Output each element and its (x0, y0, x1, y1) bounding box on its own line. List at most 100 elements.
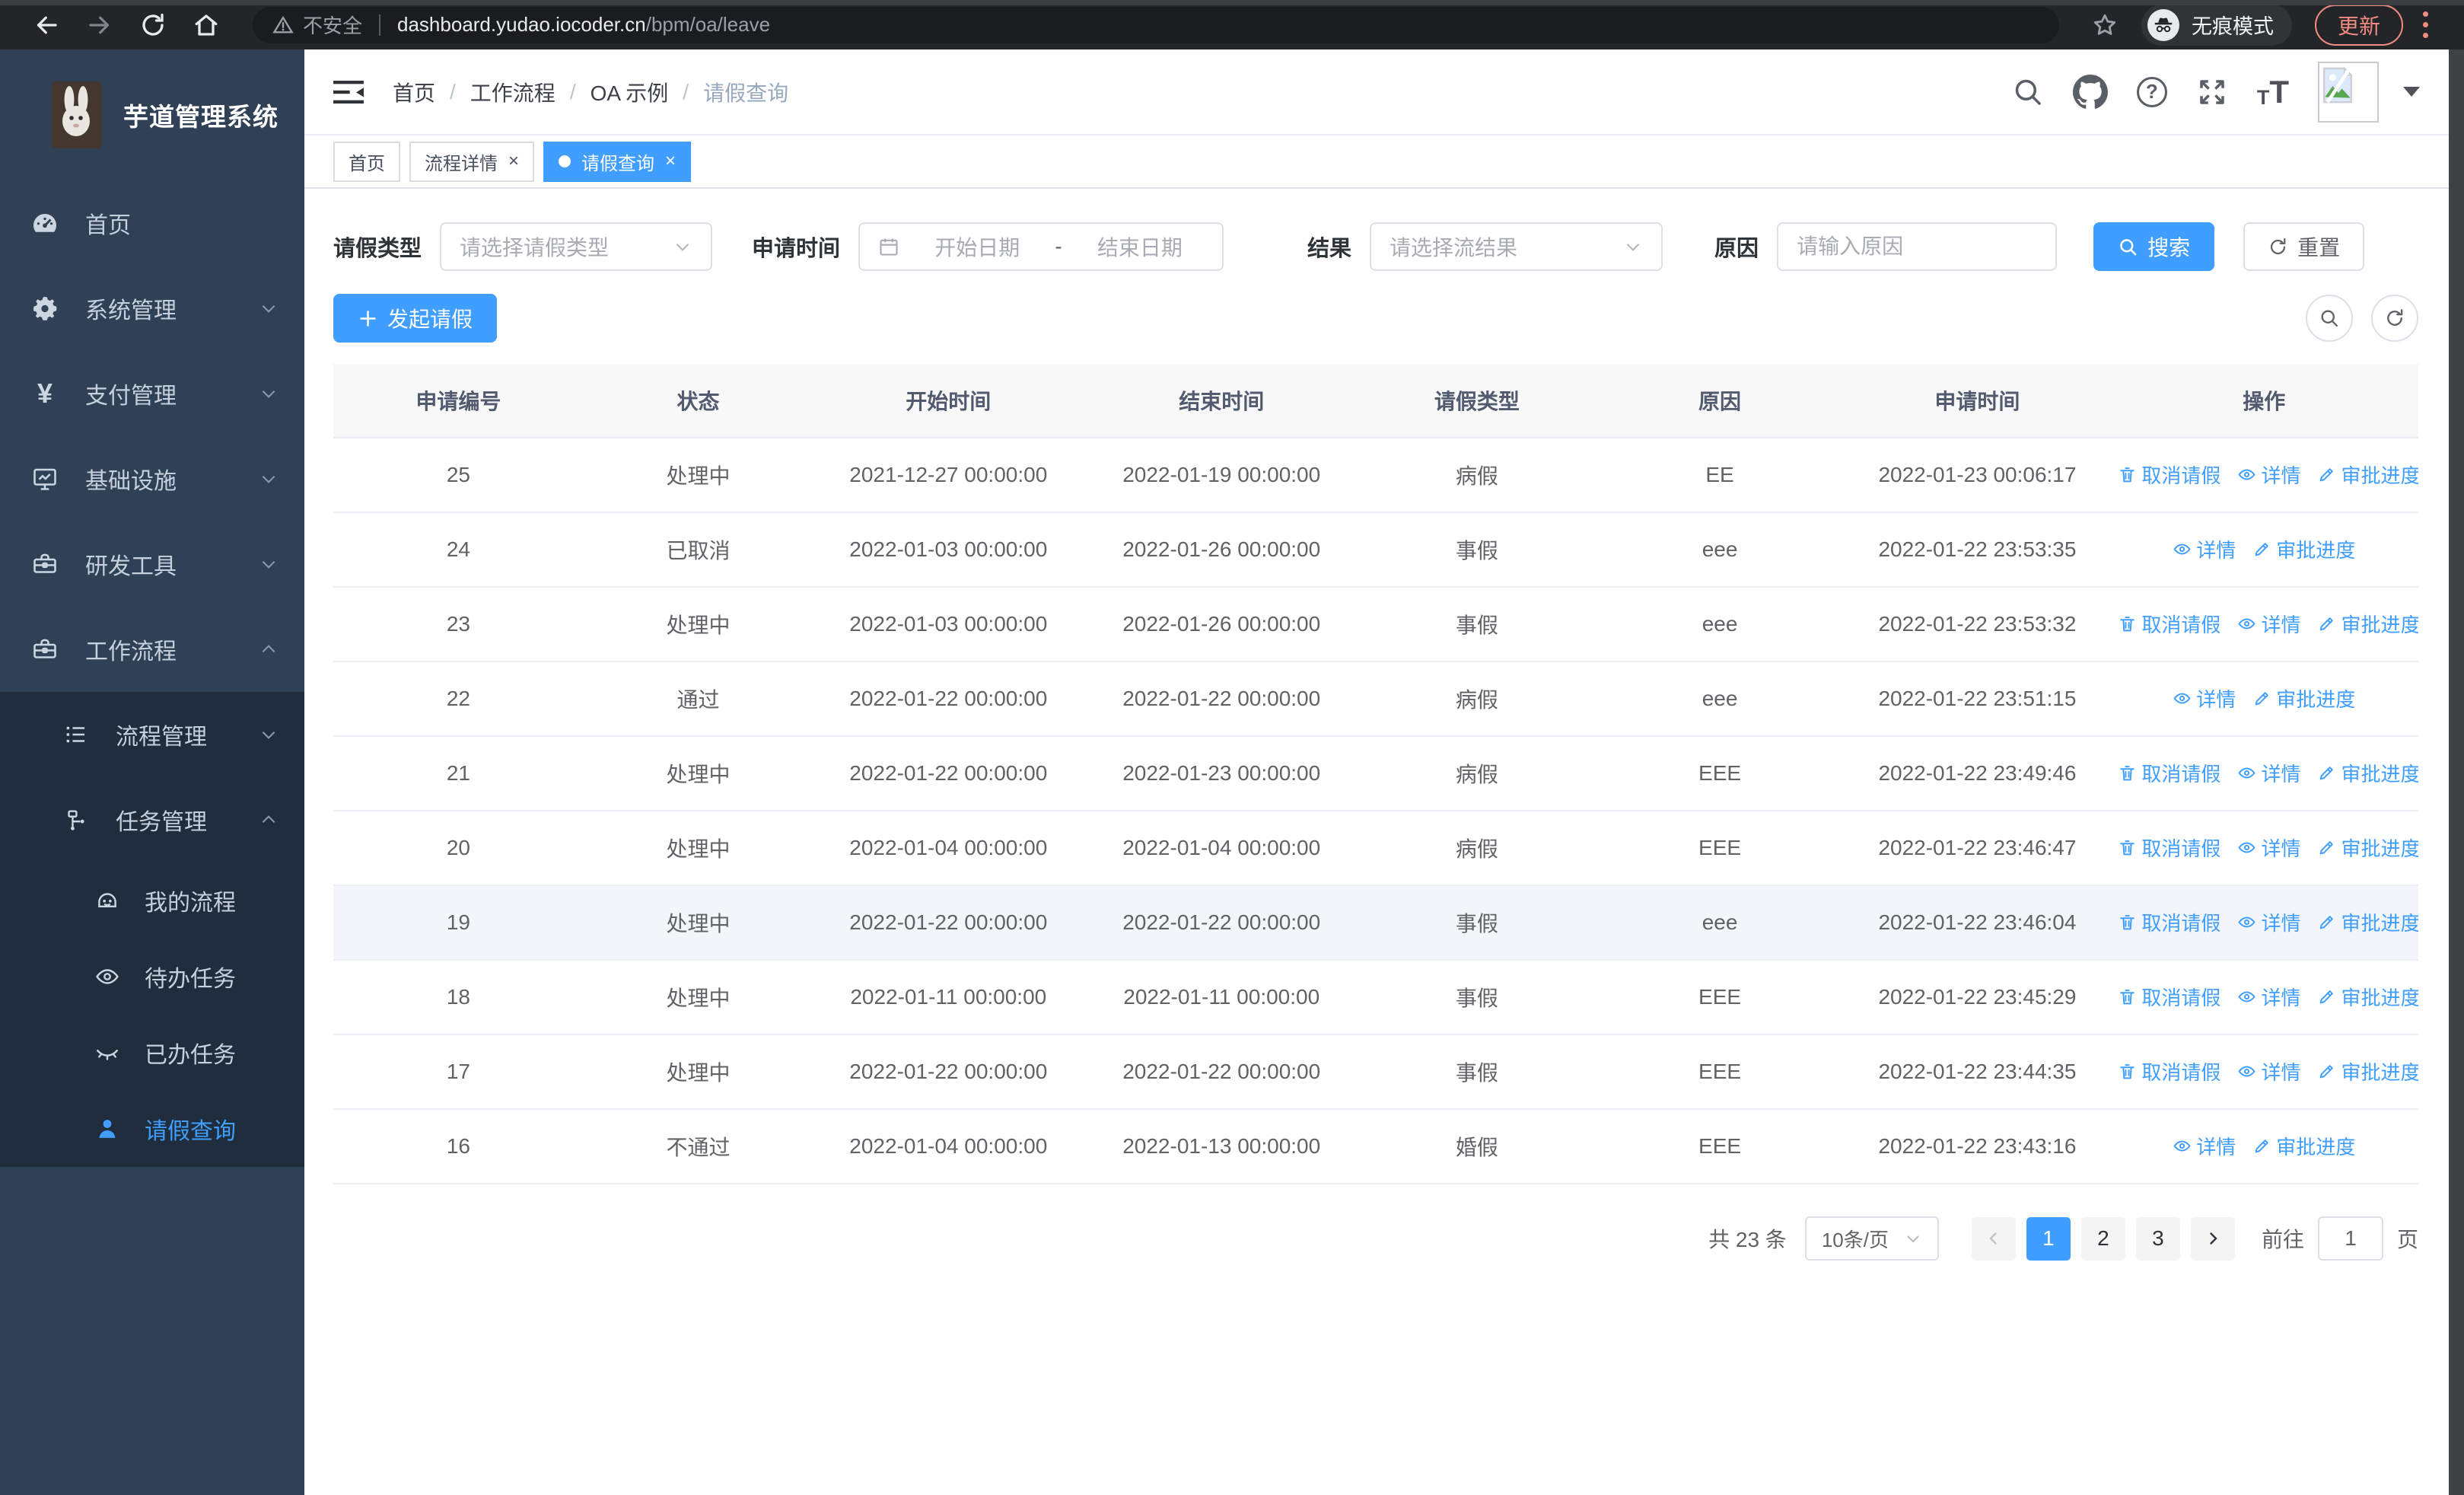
table-row[interactable]: 20 处理中 2022-01-04 00:00:00 2022-01-04 00… (333, 811, 2418, 886)
breadcrumb-item[interactable]: 工作流程 (470, 77, 556, 107)
sidebar-item-process-mgmt[interactable]: 流程管理 (0, 692, 304, 777)
prev-page-button[interactable] (1971, 1216, 2016, 1261)
help-icon[interactable]: ? (2136, 76, 2167, 107)
tab-process-detail[interactable]: 流程详情 × (409, 141, 535, 182)
sidebar-item-infra[interactable]: 基础设施 (0, 436, 304, 521)
progress-link[interactable]: 审批进度 (2317, 834, 2418, 862)
sidebar-item-leave-query[interactable]: 请假查询 (0, 1091, 304, 1167)
progress-link[interactable]: 审批进度 (2252, 684, 2355, 712)
goto-page-input[interactable] (2317, 1216, 2383, 1261)
breadcrumb-item[interactable]: 首页 (393, 77, 435, 107)
sidebar-item-workflow[interactable]: 工作流程 (0, 607, 304, 692)
refresh-table-button[interactable] (2371, 295, 2418, 342)
page-scrollbar[interactable] (2449, 49, 2464, 1495)
cell-end-time: 2022-01-22 00:00:00 (1084, 1034, 1360, 1110)
incognito-label: 无痕模式 (2191, 15, 2274, 38)
back-icon[interactable] (33, 11, 60, 39)
sidebar-item-devtools[interactable]: 研发工具 (0, 521, 304, 607)
table-row[interactable]: 19 处理中 2022-01-22 00:00:00 2022-01-22 00… (333, 885, 2418, 961)
toggle-search-button[interactable] (2306, 295, 2353, 342)
page-button-3[interactable]: 3 (2135, 1216, 2180, 1261)
detail-link[interactable]: 详情 (2173, 684, 2236, 712)
result-select[interactable]: 请选择流结果 (1370, 222, 1663, 271)
detail-link[interactable]: 详情 (2237, 461, 2300, 489)
col-header-applied: 申请时间 (1845, 364, 2110, 438)
bookmark-star-icon[interactable] (2092, 12, 2118, 38)
tab-home[interactable]: 首页 (333, 141, 400, 182)
sidebar-item-my-process[interactable]: 我的流程 (0, 862, 304, 939)
detail-link[interactable]: 详情 (2237, 908, 2300, 936)
fullscreen-icon[interactable] (2196, 76, 2228, 108)
progress-link[interactable]: 审批进度 (2252, 535, 2355, 563)
cancel-link[interactable]: 取消请假 (2118, 834, 2220, 862)
sidebar-item-home[interactable]: 首页 (0, 180, 304, 266)
cancel-link[interactable]: 取消请假 (2118, 610, 2220, 638)
search-button[interactable]: 搜索 (2093, 222, 2215, 271)
security-status[interactable]: 不安全 (272, 11, 362, 39)
cancel-link[interactable]: 取消请假 (2118, 908, 2220, 936)
progress-link[interactable]: 审批进度 (2317, 461, 2418, 489)
page-button-2[interactable]: 2 (2080, 1216, 2125, 1261)
cancel-link[interactable]: 取消请假 (2118, 759, 2220, 787)
update-button[interactable]: 更新 (2314, 4, 2403, 46)
progress-link[interactable]: 审批进度 (2317, 908, 2418, 936)
table-row[interactable]: 25 处理中 2021-12-27 00:00:00 2022-01-19 00… (333, 438, 2418, 513)
table-row[interactable]: 21 处理中 2022-01-22 00:00:00 2022-01-23 00… (333, 736, 2418, 811)
close-icon[interactable]: × (508, 151, 519, 172)
leave-type-select[interactable]: 请选择请假类型 (440, 222, 713, 271)
page-size-select[interactable]: 10条/页 (1804, 1216, 1939, 1261)
detail-link[interactable]: 详情 (2237, 983, 2300, 1011)
font-size-icon[interactable]: TT (2257, 75, 2289, 108)
address-bar[interactable]: 不安全 dashboard.yudao.iocoder.cn/bpm/oa/le… (253, 6, 2059, 43)
reload-icon[interactable] (139, 11, 167, 39)
detail-link[interactable]: 详情 (2237, 610, 2300, 638)
detail-link[interactable]: 详情 (2173, 535, 2236, 563)
close-icon[interactable]: × (665, 151, 676, 172)
cell-id: 24 (333, 512, 584, 588)
progress-link[interactable]: 审批进度 (2317, 983, 2418, 1011)
breadcrumb-item[interactable]: OA 示例 (591, 77, 669, 107)
table-row[interactable]: 17 处理中 2022-01-22 00:00:00 2022-01-22 00… (333, 1034, 2418, 1110)
detail-link[interactable]: 详情 (2237, 1057, 2300, 1085)
browser-menu-icon[interactable] (2420, 10, 2431, 40)
cancel-link[interactable]: 取消请假 (2118, 983, 2220, 1011)
progress-link[interactable]: 审批进度 (2317, 759, 2418, 787)
create-leave-button[interactable]: 发起请假 (333, 294, 498, 343)
cell-id: 23 (333, 587, 584, 662)
next-page-button[interactable] (2190, 1216, 2235, 1261)
reset-button[interactable]: 重置 (2243, 222, 2365, 271)
detail-link[interactable]: 详情 (2237, 834, 2300, 862)
sidebar-item-payment[interactable]: ¥ 支付管理 (0, 351, 304, 436)
table-row[interactable]: 18 处理中 2022-01-11 00:00:00 2022-01-11 00… (333, 960, 2418, 1035)
sidebar-item-todo-tasks[interactable]: 待办任务 (0, 939, 304, 1015)
home-icon[interactable] (193, 11, 220, 39)
chevron-left-icon (1989, 1232, 1997, 1245)
reason-input[interactable] (1797, 234, 2038, 259)
sidebar-item-system[interactable]: 系统管理 (0, 266, 304, 351)
sidebar-item-task-mgmt[interactable]: 任务管理 (0, 777, 304, 862)
sidebar-item-done-tasks[interactable]: 已办任务 (0, 1015, 304, 1091)
avatar-caret-icon[interactable] (2403, 87, 2420, 97)
github-icon[interactable] (2072, 74, 2108, 110)
avatar[interactable] (2318, 61, 2379, 123)
apply-time-range-picker[interactable]: 开始日期 - 结束日期 (858, 222, 1224, 271)
cell-apply-time: 2022-01-22 23:46:04 (1845, 885, 2110, 961)
sidebar-collapse-icon[interactable] (333, 79, 364, 105)
table-row[interactable]: 16 不通过 2022-01-04 00:00:00 2022-01-13 00… (333, 1109, 2418, 1184)
table-row[interactable]: 22 通过 2022-01-22 00:00:00 2022-01-22 00:… (333, 661, 2418, 737)
progress-link[interactable]: 审批进度 (2317, 1057, 2418, 1085)
forward-icon[interactable] (86, 11, 113, 39)
cancel-link[interactable]: 取消请假 (2118, 1057, 2220, 1085)
tab-leave-query[interactable]: 请假查询 × (543, 141, 692, 182)
progress-link[interactable]: 审批进度 (2252, 1132, 2355, 1160)
progress-link[interactable]: 审批进度 (2317, 610, 2418, 638)
search-icon[interactable] (2012, 76, 2044, 108)
detail-link[interactable]: 详情 (2237, 759, 2300, 787)
page-button-1[interactable]: 1 (2026, 1216, 2071, 1261)
col-header-end: 结束时间 (1084, 364, 1360, 438)
cancel-link[interactable]: 取消请假 (2118, 461, 2220, 489)
app-logo[interactable]: 芋道管理系统 (0, 49, 304, 180)
detail-link[interactable]: 详情 (2173, 1132, 2236, 1160)
table-row[interactable]: 24 已取消 2022-01-03 00:00:00 2022-01-26 00… (333, 512, 2418, 588)
table-row[interactable]: 23 处理中 2022-01-03 00:00:00 2022-01-26 00… (333, 587, 2418, 662)
